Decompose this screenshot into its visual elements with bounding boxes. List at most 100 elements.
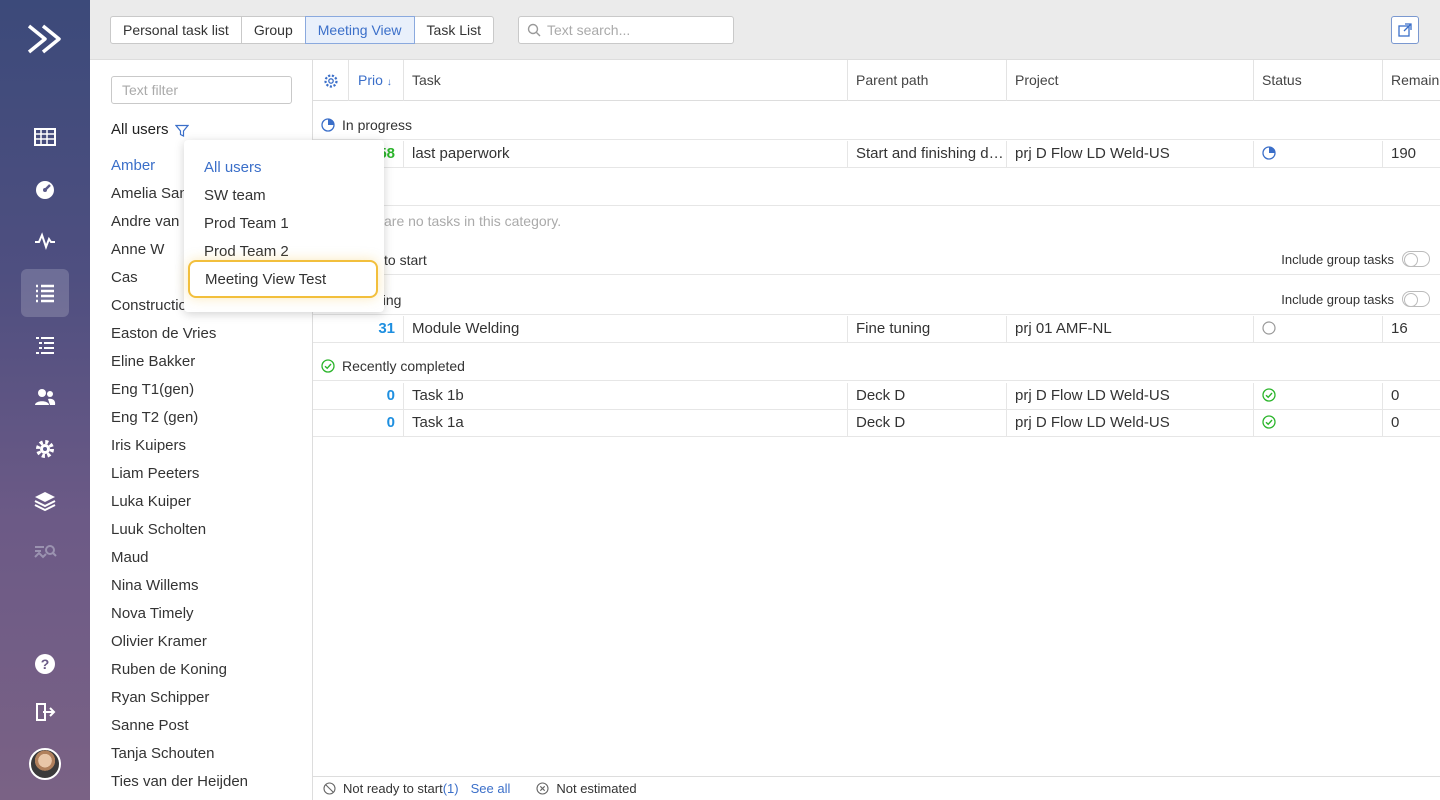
user-item[interactable]: Eng T2 (gen) xyxy=(111,408,248,436)
user-item[interactable]: Nova Timely xyxy=(111,604,248,632)
see-all-link[interactable]: See all xyxy=(471,781,511,796)
open-external-button[interactable] xyxy=(1391,16,1419,44)
tab-personal-task-list[interactable]: Personal task list xyxy=(110,16,242,44)
section-title: to start xyxy=(384,251,427,268)
help-icon[interactable]: ? xyxy=(21,640,69,688)
task-cell: last paperwork xyxy=(404,141,848,167)
done-status-icon xyxy=(1262,388,1276,402)
include-group-tasks-toggle[interactable]: Include group tasks xyxy=(1281,251,1430,267)
parent-path-cell: Start and finishing documents xyxy=(848,141,1007,167)
layers-icon[interactable] xyxy=(21,477,69,525)
user-item[interactable]: Eline Bakker xyxy=(111,352,248,380)
users-icon[interactable] xyxy=(21,373,69,421)
status-cell xyxy=(1254,316,1383,342)
top-bar: Personal task list Group Meeting View Ta… xyxy=(90,0,1440,60)
section-upcoming: ning Include group tasks xyxy=(313,285,1440,315)
filter-funnel-icon[interactable] xyxy=(175,124,189,138)
calendar-grid-icon[interactable] xyxy=(21,113,69,161)
group-dropdown: All users SW team Prod Team 1 Prod Team … xyxy=(184,140,384,312)
user-item[interactable]: Eng T1(gen) xyxy=(111,380,248,408)
remain-cell: 0 xyxy=(1391,414,1400,431)
view-tabs: Personal task list Group Meeting View Ta… xyxy=(110,16,495,44)
analytics-search-icon[interactable] xyxy=(21,529,69,577)
in-progress-icon xyxy=(321,117,335,132)
svg-text:?: ? xyxy=(41,656,50,672)
user-item[interactable]: Luka Kuiper xyxy=(111,492,248,520)
not-ready-label: Not ready to start xyxy=(343,781,443,796)
indented-list-icon[interactable] xyxy=(21,321,69,369)
prio-cell: 31 xyxy=(349,316,404,342)
remain-cell: 0 xyxy=(1391,387,1400,404)
dashboard-gauge-icon[interactable] xyxy=(21,165,69,213)
column-settings-button[interactable] xyxy=(313,60,349,101)
column-header-parent-path[interactable]: Parent path xyxy=(848,60,1007,101)
user-item[interactable]: Nina Willems xyxy=(111,576,248,604)
not-estimated-label: Not estimated xyxy=(556,781,637,796)
user-item[interactable]: Ruben de Koning xyxy=(111,660,248,688)
column-header-remain[interactable]: Remain xyxy=(1383,60,1440,101)
external-link-icon xyxy=(1398,23,1412,37)
user-item[interactable]: Liam Peeters xyxy=(111,464,248,492)
toggle-label: Include group tasks xyxy=(1281,291,1394,307)
in-progress-status-icon xyxy=(1262,146,1276,160)
user-item[interactable]: Iris Kuipers xyxy=(111,436,248,464)
dropdown-option-meeting-view-test[interactable]: Meeting View Test xyxy=(188,260,378,298)
prio-cell: 0 xyxy=(349,410,404,436)
settings-gear-icon[interactable] xyxy=(21,425,69,473)
task-cell: Task 1b xyxy=(404,383,848,409)
not-started-status-icon xyxy=(1262,321,1276,335)
logout-icon[interactable] xyxy=(21,688,69,736)
dropdown-option-all-users[interactable]: All users xyxy=(184,154,384,182)
user-item[interactable]: Ties van der Heijden xyxy=(111,772,248,800)
user-item[interactable]: Sanne Post xyxy=(111,716,248,744)
user-item[interactable]: Tanja Schouten xyxy=(111,744,248,772)
section-title: Recently completed xyxy=(342,357,465,374)
table-row[interactable]: 0 Task 1b Deck D prj D Flow LD Weld-US 0 xyxy=(313,383,1440,410)
section-in-progress: In progress xyxy=(313,110,1440,140)
not-estimated-icon xyxy=(536,782,549,795)
text-filter-input[interactable] xyxy=(111,76,292,104)
user-item[interactable]: Luuk Scholten xyxy=(111,520,248,548)
user-item[interactable]: Olivier Kramer xyxy=(111,632,248,660)
parent-path-cell: Deck D xyxy=(848,383,1007,409)
column-header-status[interactable]: Status xyxy=(1254,60,1383,101)
dropdown-option-sw-team[interactable]: SW team xyxy=(184,182,384,210)
settings-gear-icon xyxy=(323,73,338,88)
toggle-label: Include group tasks xyxy=(1281,251,1394,267)
section-planned: d xyxy=(313,176,1440,206)
column-header-project[interactable]: Project xyxy=(1007,60,1254,101)
column-title: Prio xyxy=(358,72,383,88)
toggle-switch[interactable] xyxy=(1402,251,1430,267)
table-row[interactable]: 58 last paperwork Start and finishing do… xyxy=(313,141,1440,168)
task-list-icon[interactable] xyxy=(21,269,69,317)
column-header-task[interactable]: Task xyxy=(404,60,848,101)
group-selector-label[interactable]: All users xyxy=(111,121,169,138)
section-recently-completed: Recently completed xyxy=(313,351,1440,381)
user-item[interactable]: Easton de Vries xyxy=(111,324,248,352)
tab-task-list[interactable]: Task List xyxy=(413,16,495,44)
search-input[interactable] xyxy=(547,22,727,38)
project-cell: prj D Flow LD Weld-US xyxy=(1007,383,1254,409)
parent-path-cell: Deck D xyxy=(848,410,1007,436)
section-ready-to-start: to start Include group tasks xyxy=(313,245,1440,275)
nav-rail: ? xyxy=(0,0,90,800)
fast-forward-logo-icon[interactable] xyxy=(25,22,65,56)
include-group-tasks-toggle[interactable]: Include group tasks xyxy=(1281,291,1430,307)
blocked-icon xyxy=(323,782,336,795)
activity-pulse-icon[interactable] xyxy=(21,217,69,265)
user-item[interactable]: Maud xyxy=(111,548,248,576)
toggle-switch[interactable] xyxy=(1402,291,1430,307)
table-row[interactable]: 31 Module Welding Fine tuning prj 01 AMF… xyxy=(313,316,1440,343)
text-search-box[interactable] xyxy=(518,16,734,44)
table-row[interactable]: 0 Task 1a Deck D prj D Flow LD Weld-US 0 xyxy=(313,410,1440,437)
user-avatar[interactable] xyxy=(29,748,61,780)
tab-group[interactable]: Group xyxy=(240,16,306,44)
completed-check-icon xyxy=(321,358,335,373)
section-title: In progress xyxy=(342,116,413,133)
column-header-prio[interactable]: Prio ↓ xyxy=(350,60,404,101)
dropdown-option-prod-team-1[interactable]: Prod Team 1 xyxy=(184,210,384,238)
tab-meeting-view[interactable]: Meeting View xyxy=(304,16,415,44)
user-item[interactable]: Ryan Schipper xyxy=(111,688,248,716)
done-status-icon xyxy=(1262,415,1276,429)
status-cell xyxy=(1254,383,1383,409)
